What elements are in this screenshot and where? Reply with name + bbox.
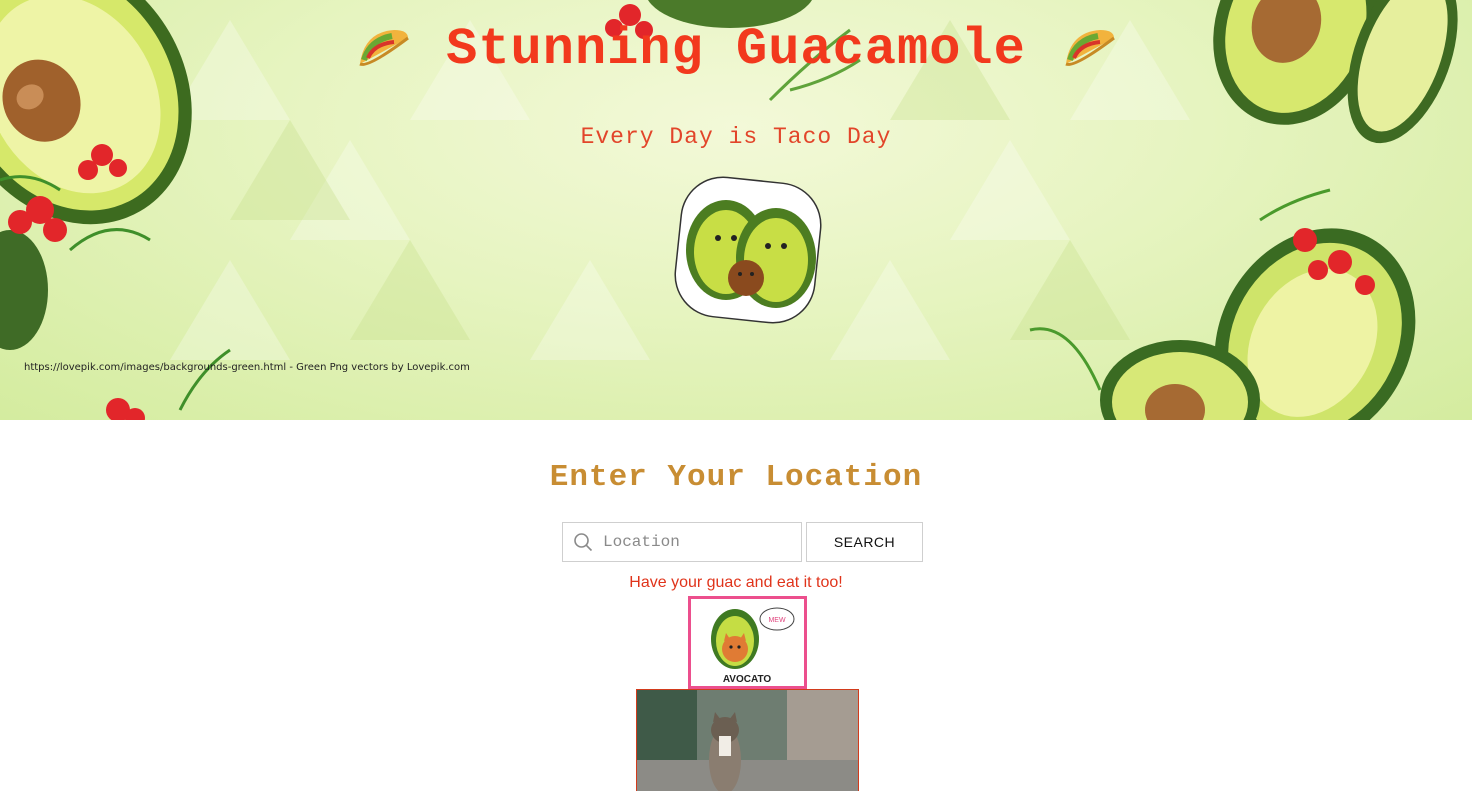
hero-subtitle: Every Day is Taco Day [580, 124, 892, 150]
search-button[interactable]: SEARCH [806, 522, 923, 562]
tagline: Have your guac and eat it too! [629, 574, 843, 591]
taco-icon [1065, 30, 1115, 66]
cat-photo [636, 689, 859, 791]
hero-banner: Stunning Guacamole Every Day is Taco Day… [0, 0, 1472, 420]
hero-title-row: Stunning Guacamole [0, 14, 1472, 84]
search-form: SEARCH [562, 522, 923, 562]
location-input[interactable] [603, 527, 783, 557]
image-credit: https://lovepik.com/images/backgrounds-g… [24, 362, 470, 373]
avocato-caption: AVOCATO [723, 674, 772, 685]
taco-icon [359, 30, 410, 66]
search-icon [574, 533, 593, 552]
location-heading: Enter Your Location [549, 460, 923, 495]
avocato-image: MEW AVOCATO [688, 596, 807, 689]
avocato-bubble-text: MEW [768, 617, 786, 624]
page-title: Stunning Guacamole [446, 19, 1026, 79]
search-field[interactable] [562, 522, 802, 562]
avocado-family-sticker [674, 176, 822, 324]
